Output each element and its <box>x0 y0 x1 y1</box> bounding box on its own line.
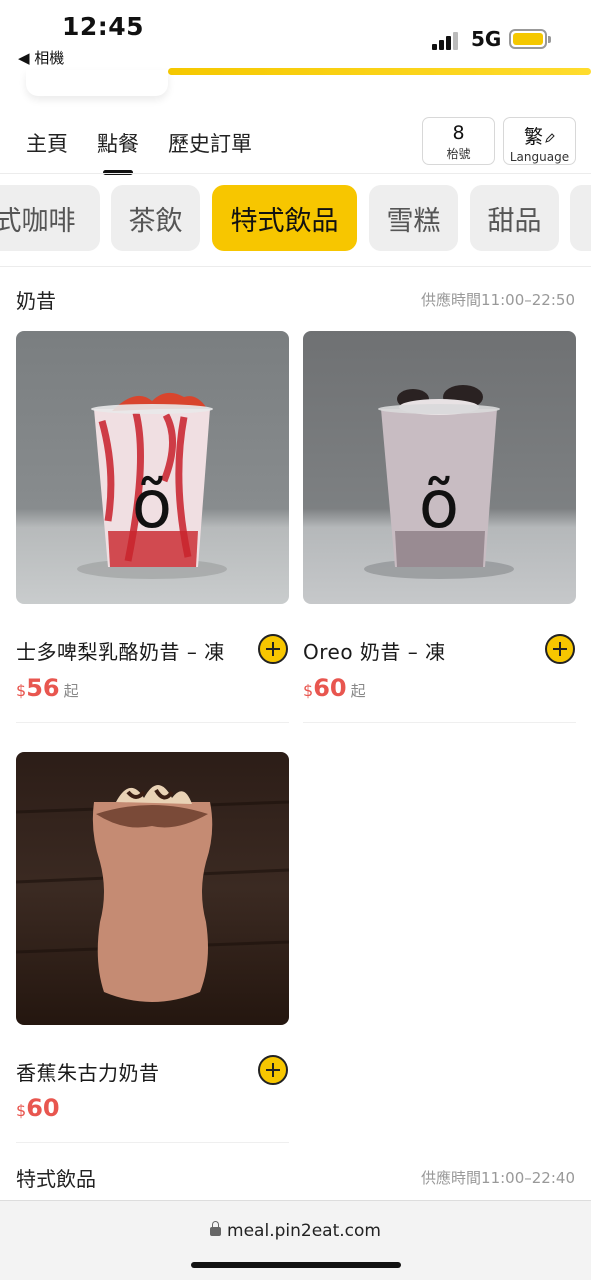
card-divider <box>16 1142 289 1143</box>
product-name[interactable]: 士多啤梨乳酪奶昔 – 凍 <box>16 636 225 665</box>
table-label: 枱號 <box>446 147 471 161</box>
product-image-oreo-shake[interactable]: õ <box>303 331 576 604</box>
status-bar: 12:45 ◀ 相機 5G <box>0 0 591 70</box>
clock: 12:45 <box>62 12 145 41</box>
add-to-cart-button[interactable] <box>258 1055 288 1085</box>
section-hours: 供應時間11:00–22:50 <box>421 291 575 309</box>
category-tea[interactable]: 茶飲 <box>111 185 200 251</box>
add-to-cart-button[interactable] <box>258 634 288 664</box>
product-image-banana-chocolate-shake[interactable] <box>16 752 289 1025</box>
header-logo-card <box>26 70 168 96</box>
category-special-drinks[interactable]: 特式飲品 <box>212 185 357 251</box>
cup-logo: õ <box>419 466 459 543</box>
back-to-app-link[interactable]: ◀ 相機 <box>18 47 64 68</box>
pencil-icon <box>545 133 555 143</box>
network-type: 5G <box>471 27 502 51</box>
product-price: $60 起 <box>303 674 366 702</box>
category-ice-cream[interactable]: 雪糕 <box>369 185 458 251</box>
card-divider <box>16 722 289 723</box>
category-dessert[interactable]: 甜品 <box>470 185 559 251</box>
language-char: 繁 <box>523 126 543 148</box>
browser-url-bar[interactable]: meal.pin2eat.com <box>0 1200 591 1280</box>
oreo-shake-cup-icon: õ <box>364 385 514 579</box>
table-number-button[interactable]: 8 枱號 <box>422 117 495 165</box>
nav-divider <box>0 173 591 174</box>
tab-order-history[interactable]: 歷史訂單 <box>168 128 252 158</box>
language-button[interactable]: 繁 Language <box>503 117 576 165</box>
section-title: 特式飲品 <box>16 1167 96 1191</box>
signal-icon <box>432 30 464 50</box>
product-name[interactable]: 香蕉朱古力奶昔 <box>16 1057 160 1086</box>
home-indicator[interactable] <box>191 1262 401 1268</box>
section-title: 奶昔 <box>16 289 56 313</box>
banana-chocolate-cup-icon <box>16 785 289 1002</box>
product-price: $60 <box>16 1094 60 1122</box>
category-bar: 式咖啡 茶飲 特式飲品 雪糕 甜品 <box>0 185 591 253</box>
table-number: 8 <box>452 122 465 144</box>
category-divider <box>0 266 591 267</box>
url-text: meal.pin2eat.com <box>227 1221 381 1241</box>
lock-icon <box>210 1220 222 1236</box>
tab-home[interactable]: 主頁 <box>26 128 68 158</box>
section-hours: 供應時間11:00–22:40 <box>421 1169 575 1187</box>
header-accent-line <box>168 68 591 75</box>
add-to-cart-button[interactable] <box>545 634 575 664</box>
card-divider <box>303 722 576 723</box>
product-price: $56 起 <box>16 674 79 702</box>
product-image-strawberry-shake[interactable]: õ <box>16 331 289 604</box>
battery-icon <box>509 29 551 49</box>
product-name[interactable]: Oreo 奶昔 – 凍 <box>303 636 446 665</box>
category-coffee[interactable]: 式咖啡 <box>0 185 100 251</box>
language-label: Language <box>509 150 570 164</box>
category-more[interactable] <box>570 185 591 251</box>
cup-logo: õ <box>132 466 172 543</box>
tab-order[interactable]: 點餐 <box>97 128 139 158</box>
strawberry-shake-cup-icon: õ <box>77 392 227 579</box>
